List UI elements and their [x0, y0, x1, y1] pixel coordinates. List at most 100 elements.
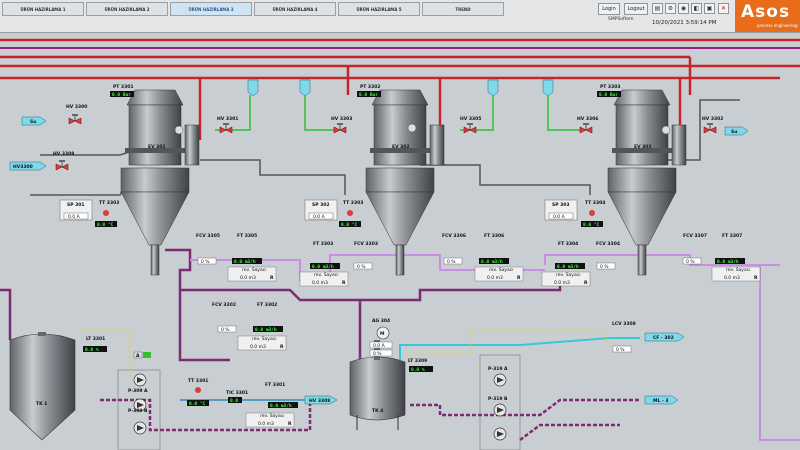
ev301-label: EV 301 [148, 144, 166, 150]
totalizer-2-label: rev. Sayacı [314, 272, 338, 278]
ft3306-tag: FT 3306 [484, 233, 504, 239]
tt3303b-value: 0.0 °C [341, 222, 358, 228]
p309b-tag: P-309 B [128, 408, 148, 414]
hv3305-tag: HV 3305 [460, 116, 481, 122]
ft3306-value: 0.0 m3/h [481, 259, 503, 265]
totalizer-3-label: rev. Sayacı [489, 267, 513, 273]
lt3309-tag: LT 3309 [408, 358, 427, 364]
valve-hv3301[interactable] [219, 122, 233, 134]
ft3304-tag: FT 3304 [558, 241, 578, 247]
ft3302-value: 0.0 m3/h [255, 327, 277, 333]
reset-4[interactable]: R [584, 280, 588, 286]
totalizer-5-value: 0.0 m3 [724, 275, 740, 281]
ml3-tag: ML - 3 [653, 398, 668, 404]
sp301-value: 0.0 A [68, 214, 81, 220]
pump-p309a[interactable] [133, 373, 147, 387]
pt3301-tag: PT 3301 [113, 84, 133, 90]
totalizer-1-label: rev. Sayacı [242, 267, 266, 273]
fcv3305-value: 0 % [201, 259, 210, 265]
fcv3304-tag: FCV 3304 [596, 241, 620, 247]
lt3309-value: 0.0 % [411, 367, 425, 373]
ft3304-value: 0.0 m3/h [557, 264, 579, 270]
reset-7[interactable]: R [288, 421, 292, 427]
tt3301-value: 0.0 °C [189, 401, 206, 407]
sp303-tag: SP 303 [552, 202, 570, 208]
pump-p319c[interactable] [493, 427, 507, 441]
reset-1[interactable]: R [270, 275, 274, 281]
su-input-left: Su [30, 119, 36, 125]
sp302-value: 0.0 A [313, 214, 326, 220]
evaporator-ev-302[interactable] [365, 89, 445, 276]
fcv3303-tag: FCV 3303 [354, 241, 378, 247]
cyan-inlet-1 [247, 79, 259, 97]
hv3306-tag: HV 3306 [577, 116, 598, 122]
valve-hv3308[interactable] [55, 159, 69, 171]
ft3302-tag: FT 3302 [257, 302, 277, 308]
valve-hv3305[interactable] [463, 122, 477, 134]
valve-hv3300[interactable] [68, 113, 82, 125]
reset-6[interactable]: R [280, 344, 284, 350]
pump-p319b[interactable] [493, 403, 507, 417]
tt3303a-value: 0.0 °C [97, 222, 114, 228]
sp301-tag: SP 301 [67, 202, 85, 208]
tk4-label: TK 4 [372, 408, 383, 414]
evaporator-ev-301[interactable] [120, 89, 200, 276]
ft3305-tag: FT 3305 [237, 233, 257, 239]
pump-p309c[interactable] [133, 421, 147, 435]
valve-hv3306[interactable] [579, 122, 593, 134]
cyan-inlet-2 [299, 79, 311, 97]
lt3301-tag: LT 3301 [86, 336, 105, 342]
cf302-tag: CF - 302 [653, 335, 674, 341]
hv3308-outlet: HV 3308 [309, 398, 330, 404]
fcv3307-tag: FCV 3307 [683, 233, 707, 239]
valve-hv3303[interactable] [333, 122, 347, 134]
ft3301-value: 0.0 m3/h [270, 403, 292, 409]
reset-3[interactable]: R [517, 275, 521, 281]
reset-2[interactable]: R [342, 280, 346, 286]
totalizer-3-value: 0.0 m3 [487, 275, 503, 281]
ag304-value: 0.0 A [373, 343, 386, 349]
totalizer-4-label: rev. Sayacı [556, 272, 580, 278]
pt3303-value: 0.0 Bar [599, 92, 618, 98]
ag304-speed: 0 % [373, 351, 382, 357]
p319b-tag: P-319 B [488, 396, 508, 402]
ft3307-value: 0.0 m3/h [717, 259, 739, 265]
ag304-tag: AG 304 [372, 318, 390, 324]
fcv3302-tag: FCV 3302 [212, 302, 236, 308]
fcv3303-value: 0 % [357, 264, 366, 270]
ft3307-tag: FT 3307 [722, 233, 742, 239]
valve-hv3302[interactable] [703, 122, 717, 134]
pump-p319a[interactable] [493, 373, 507, 387]
fcv3305-tag: FCV 3305 [196, 233, 220, 239]
totalizer-7-value: 0.0 m3 [258, 421, 274, 427]
ft3303-tag: FT 3303 [313, 241, 333, 247]
lt3301-value: 0.0 % [85, 347, 99, 353]
tt3303a-tag: TT 3303 [99, 200, 119, 206]
lcv3308-value: 0 % [616, 347, 625, 353]
totalizer-2-value: 0.0 m3 [312, 280, 328, 286]
fcv3302-value: 0 % [221, 327, 230, 333]
su-input-right: Su [731, 129, 737, 135]
evaporator-ev-303[interactable] [607, 89, 687, 276]
pt3303-tag: PT 3303 [600, 84, 620, 90]
pt3302-tag: PT 3302 [360, 84, 380, 90]
ev302-label: EV 302 [392, 144, 410, 150]
hv3301-tag: HV 3301 [217, 116, 238, 122]
hv3308-tag: HV 3308 [53, 151, 74, 157]
tank-tk1[interactable] [9, 332, 76, 441]
reset-5[interactable]: R [754, 275, 758, 281]
hv3303-tag: HV 3303 [331, 116, 352, 122]
tic3301-value: 0.0 [230, 398, 238, 404]
hv3302-tag: HV 3302 [702, 116, 723, 122]
fcv3307-value: 0 % [686, 259, 695, 265]
sp303-value: 0.0 A [553, 214, 566, 220]
hv3300-input-tag: HV3300 [13, 164, 33, 170]
fcv3304-value: 0 % [600, 264, 609, 270]
fcv3306-value: 0 % [447, 259, 456, 265]
tk1-label: TK 1 [36, 401, 47, 407]
agitator-m-label: M [380, 331, 385, 337]
tt3303b-tag: TT 3303 [343, 200, 363, 206]
totalizer-6-label: rev. Sayacı [252, 336, 276, 342]
totalizer-4-value: 0.0 m3 [554, 280, 570, 286]
process-diagram: EV 301 PT 3301 0.0 Bar EV 302 PT 3302 0.… [0, 38, 800, 450]
